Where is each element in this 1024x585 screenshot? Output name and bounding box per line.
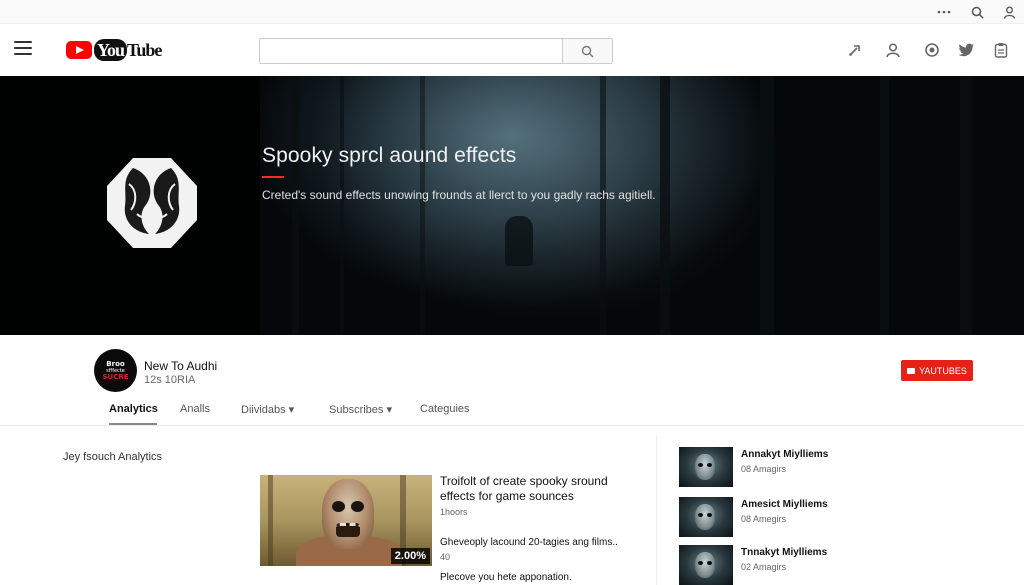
subscriber-count: 12s 10RIA	[144, 374, 196, 386]
account-icon[interactable]	[884, 41, 902, 59]
sidebar-video-thumbnail[interactable]	[679, 497, 733, 537]
sidebar-video-item[interactable]: Amesict Miylliems 08 Amegirs	[679, 497, 999, 537]
masthead: You Tube	[0, 24, 1024, 76]
sidebar-video-meta: 08 Amagirs	[741, 464, 787, 474]
featured-video-note: Plecove you hete apponation.	[440, 572, 572, 583]
camera-icon	[907, 367, 916, 374]
search-button[interactable]	[562, 39, 612, 63]
thumbnail-face	[322, 479, 374, 549]
banner-tree	[880, 76, 889, 335]
banner-tree	[292, 76, 299, 335]
search-icon	[581, 45, 594, 57]
notifications-icon[interactable]	[923, 41, 941, 59]
video-duration-badge: 2.00%	[390, 548, 430, 564]
account-icon[interactable]	[1001, 4, 1017, 20]
sidebar-video-title[interactable]: Annakyt Miylliems	[741, 449, 828, 460]
window-top-bar	[0, 0, 1024, 24]
tab-analytics[interactable]: Analytics	[109, 403, 158, 425]
featured-video-title[interactable]: Troifolt of create spooky sround effects…	[440, 474, 630, 504]
twitter-icon[interactable]	[957, 41, 975, 59]
banner-figure	[505, 216, 533, 266]
play-logo-icon	[66, 41, 92, 59]
channel-avatar[interactable]: Broo sfffecte SUCRE	[94, 349, 137, 392]
more-icon[interactable]	[936, 4, 952, 20]
tab-subscribes[interactable]: Subscribes ▾	[329, 403, 392, 425]
upload-icon[interactable]	[846, 41, 864, 59]
banner-tree	[760, 76, 774, 335]
clipboard-icon[interactable]	[992, 41, 1010, 59]
banner-tree	[600, 76, 606, 335]
avatar-text-line1: Broo	[106, 359, 125, 368]
banner-tree	[340, 76, 344, 335]
channel-emblem-icon	[107, 158, 197, 248]
banner-tree	[960, 76, 972, 335]
subscribe-button[interactable]: YAUTUBES	[901, 360, 973, 381]
search-bar	[259, 38, 613, 64]
sidebar-video-title[interactable]: Tnnakyt Miylliems	[741, 547, 827, 558]
featured-video-description: Gheveoply lacound 20-tagies ang films..	[440, 537, 618, 548]
sidebar-video-thumbnail[interactable]	[679, 447, 733, 487]
channel-banner: Spooky sprcl aound effects Creted's soun…	[0, 76, 1024, 335]
tab-analls[interactable]: Analls	[180, 403, 210, 425]
hamburger-menu-icon[interactable]	[14, 41, 32, 55]
subscribe-label: YAUTUBES	[919, 365, 967, 376]
channel-name[interactable]: New To Audhi	[144, 359, 217, 373]
search-input[interactable]	[260, 39, 562, 63]
channel-header: Broo sfffecte SUCRE New To Audhi 12s 10R…	[0, 335, 1024, 425]
column-separator	[656, 436, 657, 585]
sidebar-video-item[interactable]: Tnnakyt Miylliems 02 Amagirs	[679, 545, 999, 585]
avatar-text-line3: SUCRE	[102, 372, 129, 381]
banner-tree	[420, 76, 425, 335]
sidebar-video-thumbnail[interactable]	[679, 545, 733, 585]
sidebar-video-item[interactable]: Annakyt Miylliems 08 Amagirs	[679, 447, 999, 487]
sidebar-video-meta: 08 Amegirs	[741, 514, 787, 524]
featured-video-thumbnail[interactable]: 2.00%	[260, 475, 432, 566]
banner-tree	[660, 76, 670, 335]
featured-video-count: 40	[440, 552, 451, 562]
search-icon[interactable]	[969, 4, 985, 20]
sidebar-video-title[interactable]: Amesict Miylliems	[741, 499, 828, 510]
tab-categuies[interactable]: Categuies	[420, 403, 470, 425]
banner-description: Creted's sound effects unowing frounds a…	[262, 188, 656, 202]
featured-video-meta: 1hoors	[440, 507, 468, 517]
tab-diividabs[interactable]: Diividabs ▾	[241, 403, 294, 425]
banner-title: Spooky sprcl aound effects	[262, 144, 517, 167]
banner-accent-rule	[262, 176, 284, 178]
youtube-logo[interactable]: You Tube	[66, 38, 162, 62]
channel-tabs: Analytics Analls Diividabs ▾ Subscribes …	[0, 403, 1024, 425]
banner-fog	[300, 76, 800, 335]
logo-text: You Tube	[94, 38, 162, 61]
sidebar-video-meta: 02 Amagirs	[741, 562, 787, 572]
section-divider	[0, 425, 1024, 426]
section-title: Jey fsouch Analytics	[63, 451, 163, 463]
